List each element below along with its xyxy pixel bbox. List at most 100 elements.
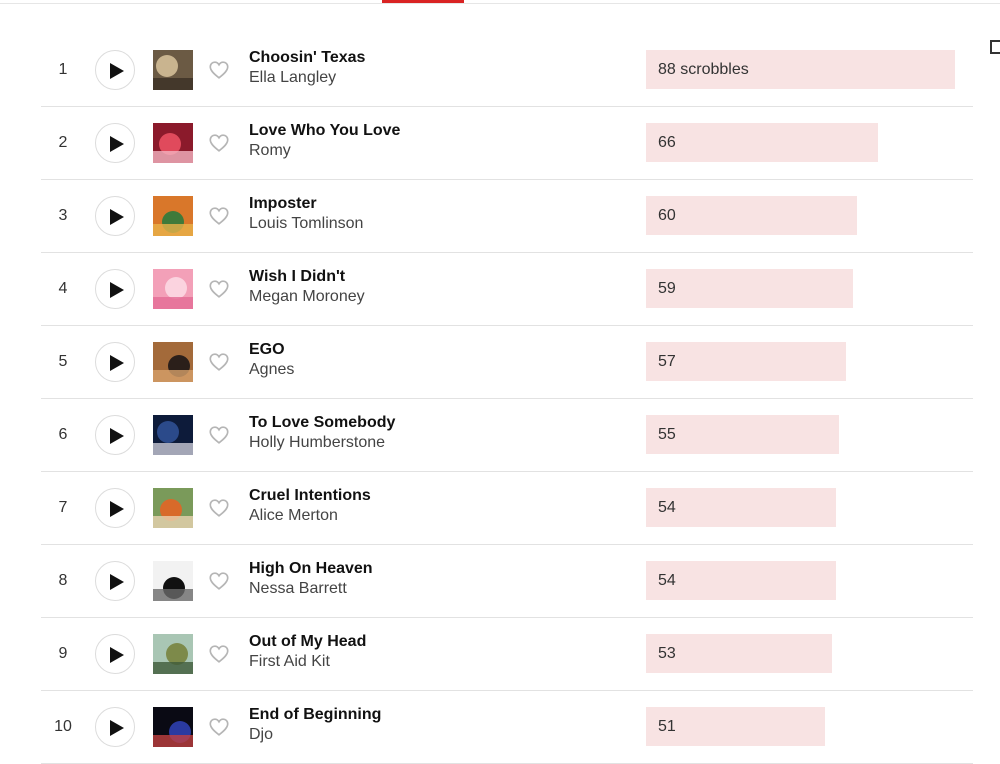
artist-name-link[interactable]: Agnes [249, 361, 294, 379]
love-button[interactable] [208, 59, 230, 81]
heart-outline-icon [209, 645, 229, 663]
artist-name-link[interactable]: Louis Tomlinson [249, 215, 363, 233]
track-title-link[interactable]: To Love Somebody [249, 414, 395, 432]
play-button[interactable] [95, 488, 135, 528]
rank-number: 4 [58, 280, 68, 297]
active-tab-underline [382, 0, 464, 3]
scrobble-bar-track: 88 scrobbles [646, 50, 955, 89]
artist-name-link[interactable]: Djo [249, 726, 273, 744]
album-art[interactable] [153, 707, 193, 747]
play-button[interactable] [95, 634, 135, 674]
scrobble-bar-track: 55 [646, 415, 955, 454]
play-button[interactable] [95, 561, 135, 601]
play-button[interactable] [95, 707, 135, 747]
rank-number: 6 [58, 426, 68, 443]
play-button[interactable] [95, 269, 135, 309]
heart-outline-icon [209, 207, 229, 225]
play-button[interactable] [95, 342, 135, 382]
rank-number: 1 [58, 61, 68, 78]
rank-number: 7 [58, 499, 68, 516]
play-button[interactable] [95, 123, 135, 163]
heart-outline-icon [209, 572, 229, 590]
album-art[interactable] [153, 415, 193, 455]
track-title-link[interactable]: Wish I Didn't [249, 268, 345, 286]
play-icon [110, 282, 124, 298]
track-title-link[interactable]: Love Who You Love [249, 122, 400, 140]
album-art[interactable] [153, 342, 193, 382]
play-icon [110, 355, 124, 371]
love-button[interactable] [208, 351, 230, 373]
album-art-image [153, 415, 193, 455]
artist-name-link[interactable]: First Aid Kit [249, 653, 330, 671]
track-title-link[interactable]: Choosin' Texas [249, 49, 365, 67]
scrobble-bar [646, 123, 878, 162]
scrobble-count: 53 [658, 645, 676, 662]
rank-number: 10 [54, 718, 72, 735]
table-row: 10 End of Beginning Djo 51 [41, 691, 973, 764]
artist-name-link[interactable]: Romy [249, 142, 291, 160]
top-tab-bar-divider [0, 0, 1000, 4]
artist-name-link[interactable]: Megan Moroney [249, 288, 365, 306]
play-button[interactable] [95, 196, 135, 236]
play-button[interactable] [95, 415, 135, 455]
love-button[interactable] [208, 205, 230, 227]
album-art-image [153, 634, 193, 674]
album-art[interactable] [153, 634, 193, 674]
love-button[interactable] [208, 497, 230, 519]
rank-number: 5 [58, 353, 68, 370]
table-row: 6 To Love Somebody Holly Humberstone 55 [41, 399, 973, 472]
play-button[interactable] [95, 50, 135, 90]
track-title-link[interactable]: EGO [249, 341, 285, 359]
album-art[interactable] [153, 488, 193, 528]
table-row: 4 Wish I Didn't Megan Moroney 59 [41, 253, 973, 326]
love-button[interactable] [208, 643, 230, 665]
top-tracks-chart: 1 Choosin' Texas Ella Langley 88 scrobbles 2… [41, 34, 973, 764]
play-icon [110, 63, 124, 79]
window-edge-icon [990, 40, 1000, 54]
album-art[interactable] [153, 196, 193, 236]
scrobble-count: 60 [658, 207, 676, 224]
artist-name-link[interactable]: Alice Merton [249, 507, 338, 525]
love-button[interactable] [208, 570, 230, 592]
track-title-link[interactable]: Imposter [249, 195, 317, 213]
heart-outline-icon [209, 426, 229, 444]
album-art[interactable] [153, 269, 193, 309]
scrobble-bar [646, 196, 857, 235]
table-row: 1 Choosin' Texas Ella Langley 88 scrobbles [41, 34, 973, 107]
scrobble-count: 54 [658, 499, 676, 516]
scrobble-count: 55 [658, 426, 676, 443]
play-icon [110, 720, 124, 736]
track-title-link[interactable]: Out of My Head [249, 633, 366, 651]
scrobble-bar-track: 54 [646, 488, 955, 527]
artist-name-link[interactable]: Ella Langley [249, 69, 336, 87]
love-button[interactable] [208, 716, 230, 738]
artist-name-link[interactable]: Holly Humberstone [249, 434, 385, 452]
play-icon [110, 209, 124, 225]
play-icon [110, 136, 124, 152]
heart-outline-icon [209, 499, 229, 517]
track-title-link[interactable]: High On Heaven [249, 560, 373, 578]
album-art[interactable] [153, 561, 193, 601]
album-art[interactable] [153, 50, 193, 90]
rank-number: 3 [58, 207, 68, 224]
heart-outline-icon [209, 280, 229, 298]
love-button[interactable] [208, 278, 230, 300]
play-icon [110, 428, 124, 444]
artist-name-link[interactable]: Nessa Barrett [249, 580, 347, 598]
table-row: 9 Out of My Head First Aid Kit 53 [41, 618, 973, 691]
play-icon [110, 647, 124, 663]
scrobble-count: 51 [658, 718, 676, 735]
heart-outline-icon [209, 718, 229, 736]
track-title-link[interactable]: Cruel Intentions [249, 487, 371, 505]
play-icon [110, 501, 124, 517]
album-art-image [153, 488, 193, 528]
scrobble-count: 66 [658, 134, 676, 151]
heart-outline-icon [209, 61, 229, 79]
album-art[interactable] [153, 123, 193, 163]
rank-number: 9 [58, 645, 68, 662]
table-row: 7 Cruel Intentions Alice Merton 54 [41, 472, 973, 545]
track-title-link[interactable]: End of Beginning [249, 706, 381, 724]
love-button[interactable] [208, 424, 230, 446]
album-art-image [153, 50, 193, 90]
love-button[interactable] [208, 132, 230, 154]
